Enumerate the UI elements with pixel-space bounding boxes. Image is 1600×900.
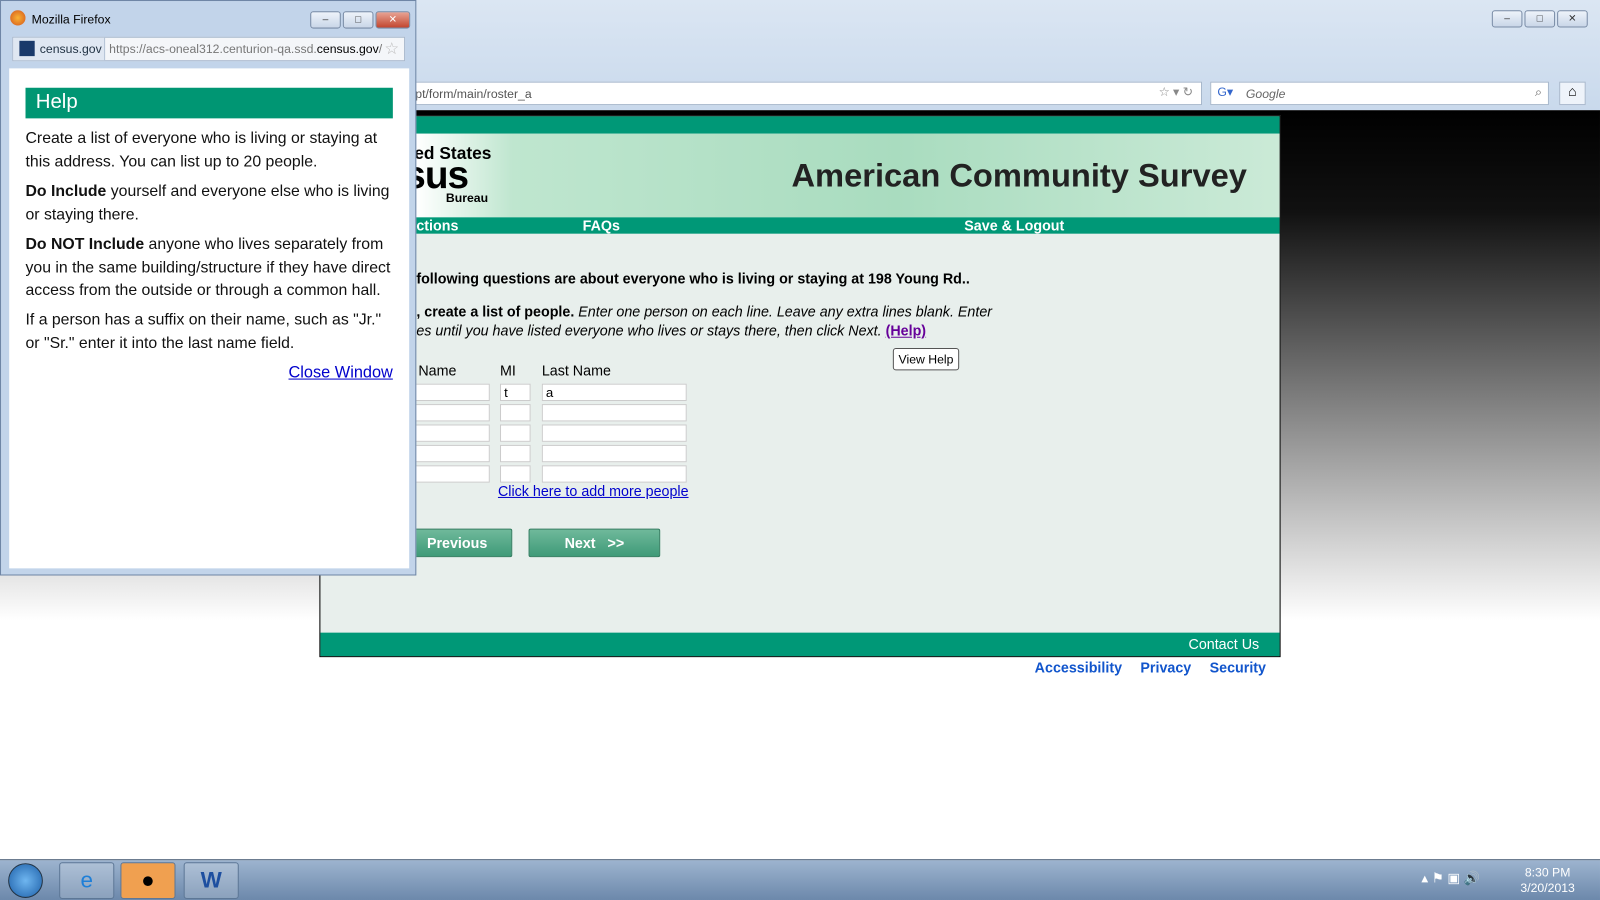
p2-bold: Do Include	[25, 182, 107, 200]
nav-faqs[interactable]: FAQs	[583, 217, 620, 233]
clock[interactable]: 8:30 PM 3/20/2013	[1520, 865, 1574, 896]
taskbar: e ● W ▴ ⚑ ▣ 🔊 8:30 PM 3/20/2013	[0, 859, 1600, 900]
row-1-mi-input[interactable]: t	[499, 383, 531, 402]
banner: ed States nsus Bureau American Community…	[320, 133, 1280, 218]
row-3-last-input[interactable]	[541, 424, 687, 442]
minimize-button[interactable]: –	[1491, 10, 1523, 28]
survey-title: American Community Survey	[791, 157, 1247, 194]
col-first-name: Name	[418, 362, 457, 379]
survey-page: ed States nsus Bureau American Community…	[319, 115, 1281, 658]
add-more-people-link[interactable]: Click here to add more people	[498, 483, 689, 499]
tray-icons[interactable]: ▴ ⚑ ▣ 🔊	[1421, 870, 1480, 886]
search-input[interactable]: Google G▾ ⌕	[1210, 81, 1549, 106]
p3-bold: Do NOT Include	[25, 235, 145, 254]
instr-bold: , create a list of people.	[416, 303, 575, 320]
accessibility-link[interactable]: Accessibility	[1035, 659, 1122, 675]
clock-time: 8:30 PM	[1524, 865, 1571, 880]
view-help-button[interactable]: View Help	[892, 347, 960, 371]
bookmark-star-icon[interactable]: ☆	[384, 39, 399, 59]
help-popup-window: Mozilla Firefox – □ ✕ census.gov https:/…	[0, 0, 417, 576]
next-button[interactable]: Next >>	[528, 528, 661, 558]
close-window-link[interactable]: Close Window	[289, 364, 393, 382]
row-5-first-input[interactable]	[408, 465, 490, 483]
row-3-first-input[interactable]	[408, 424, 490, 442]
row-3-mi-input[interactable]	[499, 424, 531, 442]
main-window-controls: – □ ✕	[1491, 10, 1588, 28]
help-paragraph-1: Create a list of everyone who is living …	[25, 129, 378, 170]
search-placeholder: Google	[1245, 86, 1286, 102]
row-2-mi-input[interactable]	[499, 404, 531, 422]
row-4-last-input[interactable]	[541, 444, 687, 463]
content-area-white	[8, 653, 1592, 853]
address-bar[interactable]: pt/form/main/roster_a ☆ ▾ ↻	[408, 81, 1203, 106]
nav-save-logout[interactable]: Save & Logout	[964, 217, 1064, 233]
top-bar	[320, 116, 1280, 134]
security-link[interactable]: Security	[1210, 659, 1266, 675]
bookmark-star-icon[interactable]: ☆ ▾ ↻	[1159, 85, 1193, 99]
intro-text: following questions are about everyone w…	[416, 270, 970, 287]
search-icon[interactable]: ⌕	[1535, 85, 1542, 100]
google-icon: G▾	[1217, 84, 1234, 99]
privacy-link[interactable]: Privacy	[1140, 659, 1191, 675]
popup-title: Mozilla Firefox	[31, 12, 111, 27]
firefox-taskbar-icon[interactable]: ●	[120, 862, 176, 899]
row-1-first-input[interactable]	[408, 383, 490, 402]
maximize-button[interactable]: □	[1524, 10, 1556, 28]
url-suffix: /	[378, 41, 383, 57]
row-1-last-input[interactable]: a	[541, 383, 687, 402]
url-domain: census.gov	[316, 41, 379, 57]
row-2-last-input[interactable]	[541, 404, 687, 422]
nav-instructions[interactable]: ctions	[416, 217, 458, 233]
internet-explorer-icon[interactable]: e	[59, 862, 115, 899]
minimize-button[interactable]: –	[310, 11, 341, 29]
help-paragraph-2: Do Include yourself and everyone else wh…	[26, 181, 398, 227]
footer-links: Accessibility Privacy Security	[1035, 659, 1266, 675]
col-mi: MI	[499, 362, 516, 379]
start-button[interactable]	[8, 863, 43, 898]
row-5-last-input[interactable]	[541, 465, 687, 483]
help-link[interactable]: (Help)	[886, 322, 926, 338]
popup-address-bar[interactable]: census.gov https://acs-oneal312.centurio…	[12, 36, 406, 62]
clock-date: 3/20/2013	[1520, 880, 1575, 895]
row-2-first-input[interactable]	[408, 404, 490, 422]
row-5-mi-input[interactable]	[499, 465, 531, 483]
help-paragraph-3: Do NOT Include anyone who lives separate…	[26, 234, 398, 303]
census-site-icon	[19, 40, 35, 57]
previous-button[interactable]: Previous	[402, 528, 513, 558]
help-paragraph-4: If a person has a suffix on their name, …	[25, 311, 382, 352]
instructions: , create a list of people. Enter one per…	[416, 302, 1130, 341]
instr-italic2: es until you have listed everyone who li…	[416, 322, 882, 339]
maximize-button[interactable]: □	[342, 11, 374, 29]
row-4-first-input[interactable]	[408, 444, 490, 463]
close-button[interactable]: ✕	[375, 11, 411, 29]
close-button[interactable]: ✕	[1557, 10, 1588, 28]
firefox-icon	[10, 10, 26, 26]
popup-url: https://acs-oneal312.centurion-qa.ssd.ce…	[109, 42, 382, 56]
nav-bar: ctions FAQs Save & Logout	[320, 217, 1280, 234]
url-text: pt/form/main/roster_a	[415, 86, 532, 102]
home-icon[interactable]: ⌂	[1559, 81, 1586, 106]
help-heading: Help	[25, 87, 393, 119]
row-4-mi-input[interactable]	[499, 444, 531, 463]
logo-line3: Bureau	[445, 190, 489, 206]
word-icon[interactable]: W	[183, 862, 239, 899]
help-content: Help Create a list of everyone who is li…	[9, 68, 410, 569]
contact-us-link[interactable]: Contact Us	[1189, 636, 1260, 652]
popup-window-controls: – □ ✕	[310, 11, 411, 29]
url-prefix: https://acs-oneal312.centurion-qa.ssd.	[109, 41, 317, 57]
footer-bar: Contact Us	[320, 632, 1280, 657]
instr-italic1: Enter one person on each line. Leave any…	[578, 303, 993, 320]
col-last-name: Last Name	[541, 362, 611, 379]
